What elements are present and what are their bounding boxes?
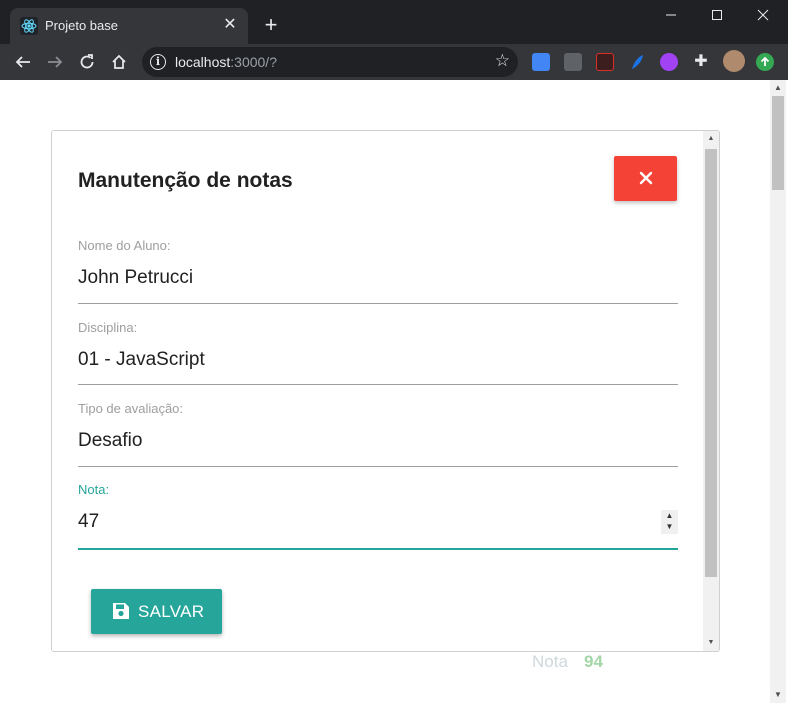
home-button[interactable] [105, 48, 133, 76]
student-name-underline [78, 303, 678, 304]
grade-stepper[interactable]: ▲ ▼ [661, 510, 678, 534]
new-tab-button[interactable]: + [258, 13, 284, 39]
discipline-label: Disciplina: [78, 320, 138, 335]
discipline-underline [78, 384, 678, 385]
address-bar[interactable]: i localhost:3000/? ☆ [142, 47, 518, 77]
tab-title: Projeto base [45, 18, 118, 33]
profile-avatar[interactable] [723, 50, 745, 72]
bookmark-star-icon[interactable]: ☆ [495, 51, 510, 71]
student-name-label: Nome do Aluno: [78, 238, 171, 253]
grade-label: Nota: [78, 482, 110, 497]
save-button[interactable]: SALVAR [91, 589, 222, 634]
reload-button[interactable] [73, 48, 101, 76]
page-scrollbar[interactable]: ▲ ▼ [770, 80, 786, 703]
feather-shape [632, 55, 643, 69]
evaluation-type-value: Desafio [78, 430, 143, 451]
google-translate-icon[interactable] [532, 53, 550, 71]
modal-scroll-up-icon[interactable]: ▲ [703, 131, 719, 147]
evaluation-type-label: Tipo de avaliação: [78, 401, 184, 416]
update-icon[interactable] [756, 53, 774, 71]
stepper-up-icon[interactable]: ▲ [661, 510, 678, 521]
modal-scroll-thumb[interactable] [705, 149, 717, 577]
forward-button[interactable] [41, 48, 69, 76]
url-path: :3000/? [230, 54, 277, 70]
close-tab-icon[interactable]: ✕ [220, 15, 240, 35]
student-name-value: John Petrucci [78, 267, 194, 288]
minimize-icon [666, 14, 676, 16]
browser-tab[interactable]: Projeto base ✕ [10, 8, 248, 44]
extension-gray-icon[interactable] [564, 53, 582, 71]
stepper-down-icon[interactable]: ▼ [661, 521, 678, 532]
floppy-disk-icon [113, 603, 129, 619]
page-scroll-thumb[interactable] [772, 96, 784, 190]
update-arrow-icon [760, 56, 770, 66]
discipline-field[interactable]: Disciplina: 01 - JavaScript [78, 320, 678, 387]
grade-field[interactable]: Nota: 47 ▲ ▼ [78, 482, 678, 550]
minimize-button[interactable] [648, 0, 694, 32]
modal-title: Manutenção de notas [78, 169, 293, 192]
browser-toolbar: i localhost:3000/? ☆ ✚ [0, 44, 788, 80]
close-window-icon [757, 9, 769, 21]
maximize-icon [712, 10, 722, 20]
scroll-up-icon[interactable]: ▲ [770, 80, 786, 96]
home-icon [112, 54, 126, 69]
site-info-icon[interactable]: i [150, 54, 166, 70]
back-arrow-icon [15, 56, 30, 68]
feather-icon[interactable] [628, 53, 646, 71]
back-button[interactable] [9, 48, 37, 76]
puzzle-extensions-icon[interactable]: ✚ [692, 53, 710, 71]
scroll-down-icon[interactable]: ▼ [770, 687, 786, 703]
url-host: localhost [175, 54, 231, 70]
background-nota-label: Nota [532, 652, 568, 671]
grade-input[interactable]: 47 [78, 511, 678, 541]
maximize-button[interactable] [694, 0, 740, 32]
evaluation-type-field[interactable]: Tipo de avaliação: Desafio [78, 401, 678, 468]
purple-extension-icon[interactable] [660, 53, 678, 71]
close-window-button[interactable] [740, 0, 786, 32]
browser-titlebar: Projeto base ✕ + [0, 0, 788, 44]
modal-scrollbar[interactable]: ▲ ▼ [703, 131, 719, 651]
forward-arrow-icon [48, 56, 63, 68]
grade-underline [78, 548, 678, 550]
background-nota-value: 94 [584, 652, 603, 671]
evaluation-type-underline [78, 466, 678, 467]
pdf-icon[interactable] [596, 53, 614, 71]
modal-scroll-down-icon[interactable]: ▼ [703, 635, 719, 651]
page-viewport: Nota 94 ▲ ▼ Manutenção de notas Nome do … [0, 80, 788, 703]
save-label: SALVAR [138, 602, 205, 621]
address-url: localhost:3000/? [175, 54, 277, 70]
reload-icon [80, 54, 94, 69]
discipline-value: 01 - JavaScript [78, 349, 205, 370]
close-icon [639, 171, 652, 185]
grade-modal: Manutenção de notas Nome do Aluno: John … [51, 130, 720, 652]
student-name-field[interactable]: Nome do Aluno: John Petrucci [78, 238, 678, 305]
close-modal-button[interactable] [614, 156, 677, 201]
react-logo-icon [20, 17, 38, 35]
